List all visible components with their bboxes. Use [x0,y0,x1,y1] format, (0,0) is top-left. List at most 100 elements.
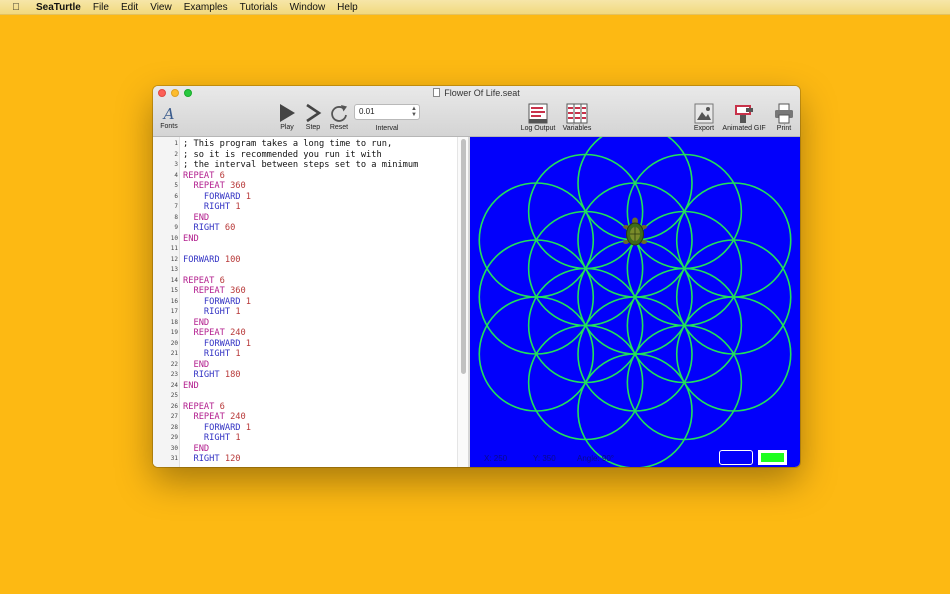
code-token: REPEAT [183,286,231,296]
code-token: RIGHT [183,454,225,464]
code-line[interactable]: 31 RIGHT 120 [153,454,458,465]
menu-bar:  SeaTurtle File Edit View Examples Tuto… [0,0,950,15]
code-line[interactable]: 6 FORWARD 1 [153,192,458,203]
code-token: 360 [230,286,246,296]
code-line[interactable]: 26 REPEAT 6 [153,402,458,413]
code-token: 1 [245,338,251,349]
code-token: REPEAT [183,401,220,412]
code-token: 180 [224,370,241,380]
code-line[interactable]: 27 REPEAT 240 [153,412,458,423]
title-toolbar: Flower Of Life.seat A Fonts Play Step Re… [153,86,800,137]
menu-tutorials[interactable]: Tutorials [234,2,284,13]
code-line[interactable]: 19 REPEAT 240 [153,328,458,339]
code-token: REPEAT [183,328,231,338]
code-token: RIGHT [183,370,225,380]
print-button[interactable]: Print [771,103,797,132]
code-text: RIGHT 1 [183,349,241,360]
play-button[interactable]: Play [275,103,299,131]
code-token: END [183,359,210,370]
line-number: 18 [170,318,178,326]
code-line[interactable]: 5 REPEAT 360 [153,181,458,192]
print-label: Print [776,125,792,132]
code-token: 60 [224,223,236,233]
menu-window[interactable]: Window [284,2,332,13]
stepper-arrows-icon[interactable]: ▲ ▼ [411,106,417,118]
line-number: 11 [170,245,178,252]
code-line[interactable]: 24 END [153,381,458,392]
line-number: 13 [170,266,178,273]
reset-button[interactable]: Reset [326,103,352,131]
code-line[interactable]: 1 ; This program takes a long time to run… [153,139,458,150]
step-button[interactable]: Step [301,103,325,131]
line-number: 12 [170,255,178,263]
interval-stepper-field[interactable]: 0.01 ▲ ▼ [354,104,420,120]
code-text: ; so it is recommended you run it with [183,150,382,161]
code-text: FORWARD 1 [183,339,251,350]
pen-color-well[interactable] [758,450,787,465]
code-token: 1 [235,202,241,212]
code-line[interactable]: 28 FORWARD 1 [153,423,458,434]
background-color-well[interactable] [719,450,753,465]
line-number: 15 [170,287,178,294]
export-image-icon [694,103,714,124]
code-line[interactable]: 14 REPEAT 6 [153,276,458,287]
editor-scroll-thumb[interactable] [461,139,466,374]
code-line[interactable]: 21 RIGHT 1 [153,349,458,360]
interval-label: Interval [375,125,399,132]
line-number: 20 [170,339,178,347]
code-token: REPEAT [183,412,231,422]
code-line[interactable]: 10 END [153,234,458,245]
animated-gif-button[interactable]: Animated GIF [719,103,769,132]
line-number: 31 [170,455,178,462]
code-line[interactable]: 16 FORWARD 1 [153,297,458,308]
line-number: 24 [170,381,178,389]
line-number: 30 [170,444,178,452]
editor-scrollbar[interactable] [457,137,468,467]
export-button[interactable]: Export [691,103,717,132]
menu-view[interactable]: View [144,2,178,13]
status-x: X: 250 [484,454,508,463]
code-line[interactable]: 4 REPEAT 6 [153,171,458,182]
code-line[interactable]: 2 ; so it is recommended you run it with [153,150,458,161]
code-line[interactable]: 22 END [153,360,458,371]
code-token: ; so it is recommended you run it with [183,149,382,160]
code-line[interactable]: 25 [153,391,458,402]
code-lines[interactable]: 1 ; This program takes a long time to run… [153,139,458,465]
line-number: 27 [170,413,178,420]
code-text: REPEAT 360 [183,286,246,297]
line-number: 3 [174,161,178,168]
menu-examples[interactable]: Examples [178,2,234,13]
variables-button[interactable]: Variables [559,103,595,132]
line-number: 21 [170,350,178,357]
code-line[interactable]: 11 [153,244,458,255]
code-line[interactable]: 30 END [153,444,458,455]
line-number: 19 [170,329,178,336]
code-line[interactable]: 17 RIGHT 1 [153,307,458,318]
code-line[interactable]: 29 RIGHT 1 [153,433,458,444]
menu-file[interactable]: File [87,2,115,13]
code-line[interactable]: 18 END [153,318,458,329]
apple-logo-icon[interactable]:  [0,2,32,13]
code-line[interactable]: 7 RIGHT 1 [153,202,458,213]
variables-icon [566,103,588,124]
menu-edit[interactable]: Edit [115,2,144,13]
code-editor[interactable]: 1 ; This program takes a long time to run… [153,137,468,467]
code-token: RIGHT [183,202,236,212]
code-token: END [183,380,199,391]
code-line[interactable]: 13 [153,265,458,276]
line-number: 8 [174,213,178,221]
code-line[interactable]: 20 FORWARD 1 [153,339,458,350]
code-text: REPEAT 240 [183,412,245,423]
window-title-text: Flower Of Life.seat [444,88,520,98]
fonts-button[interactable]: A Fonts [157,106,181,130]
code-line[interactable]: 23 RIGHT 180 [153,370,458,381]
reset-arrow-icon [331,105,347,122]
code-line[interactable]: 3 ; the interval between steps set to a m… [153,160,458,171]
menu-app-name[interactable]: SeaTurtle [32,2,87,13]
code-line[interactable]: 8 END [153,213,458,224]
log-output-button[interactable]: Log Output [516,103,560,132]
code-line[interactable]: 12 FORWARD 100 [153,255,458,266]
code-line[interactable]: 15 REPEAT 360 [153,286,458,297]
code-line[interactable]: 9 RIGHT 60 [153,223,458,234]
menu-help[interactable]: Help [331,2,364,13]
